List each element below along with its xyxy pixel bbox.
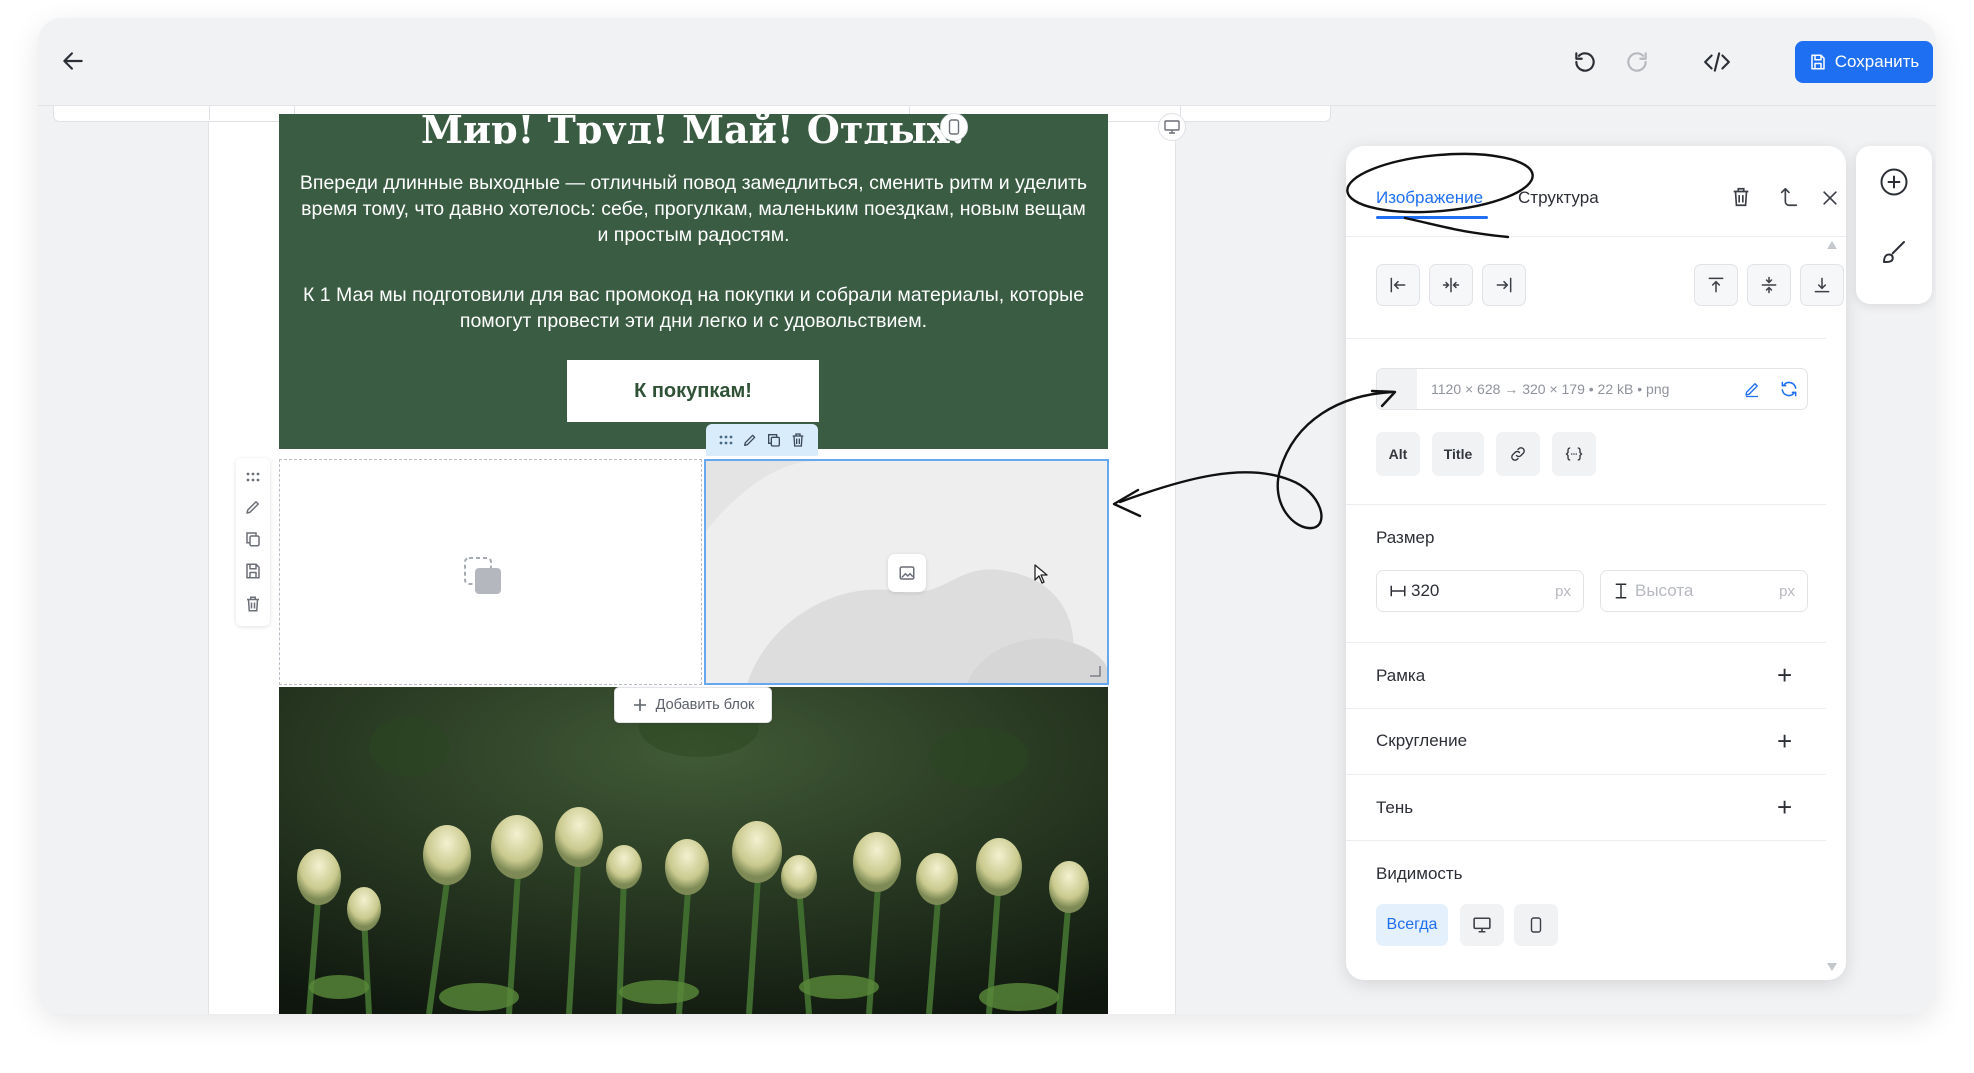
- add-border-button[interactable]: +: [1777, 662, 1792, 688]
- add-block-label: Добавить блок: [655, 697, 755, 713]
- align-left-button[interactable]: [1376, 264, 1420, 306]
- tab-structure[interactable]: Структура: [1518, 188, 1599, 208]
- scroll-down-arrow-icon[interactable]: [1826, 962, 1838, 972]
- arrow-left-icon: [63, 52, 83, 70]
- editor-window: Сохранить Мир! Труд! Май! Отдых! Впереди…: [38, 18, 1936, 1014]
- desktop-icon: [1473, 917, 1491, 933]
- redo-button[interactable]: [1615, 40, 1659, 84]
- image-settings-panel: Изображение Структура 1120 × 628 → 320 ×…: [1346, 146, 1846, 980]
- copy-icon[interactable]: [766, 432, 782, 448]
- copy-icon[interactable]: [244, 530, 262, 548]
- align-left-icon: [1390, 277, 1406, 293]
- drag-handle-icon[interactable]: [245, 471, 261, 483]
- save-button[interactable]: Сохранить: [1795, 41, 1933, 83]
- mobile-preview-icon[interactable]: [940, 113, 968, 141]
- code-icon: [1704, 52, 1730, 72]
- title-button[interactable]: Title: [1432, 432, 1484, 476]
- trash-icon[interactable]: [790, 432, 806, 448]
- height-unit: px: [1779, 582, 1795, 600]
- top-bar: Сохранить: [38, 18, 1936, 106]
- empty-block-icon: [463, 556, 503, 596]
- visibility-always-button[interactable]: Всегда: [1376, 904, 1448, 946]
- undo-button[interactable]: [1563, 40, 1607, 84]
- row-side-toolbar: [236, 458, 270, 626]
- valign-middle-button[interactable]: [1747, 264, 1791, 306]
- replace-image-icon[interactable]: [1779, 379, 1799, 399]
- size-label: Размер: [1376, 528, 1435, 547]
- floppy-icon: [1811, 54, 1825, 70]
- scroll-up-arrow-icon[interactable]: [1826, 240, 1838, 250]
- add-circle-icon[interactable]: [1879, 167, 1909, 197]
- undo-icon: [1575, 52, 1595, 72]
- height-placeholder: Высота: [1635, 581, 1694, 600]
- add-radius-button[interactable]: +: [1777, 728, 1792, 754]
- brush-icon[interactable]: [1879, 237, 1909, 267]
- back-button[interactable]: [50, 38, 96, 84]
- empty-column-left[interactable]: [279, 459, 702, 685]
- link-button[interactable]: [1496, 432, 1540, 476]
- align-top-icon: [1708, 277, 1724, 293]
- resize-handle-icon[interactable]: [1089, 665, 1101, 677]
- align-center-icon: [1442, 277, 1460, 293]
- section-border[interactable]: Рамка: [1376, 666, 1425, 686]
- height-icon: [1615, 583, 1627, 599]
- pencil-icon[interactable]: [742, 432, 758, 448]
- align-right-icon: [1496, 277, 1512, 293]
- email-paragraph-1: Впереди длинные выходные — отличный пово…: [299, 172, 1088, 246]
- redo-icon: [1627, 52, 1647, 72]
- valign-top-button[interactable]: [1694, 264, 1738, 306]
- visibility-mobile-button[interactable]: [1514, 904, 1558, 946]
- block-toolbar: [706, 424, 818, 456]
- email-paragraph-2: К 1 Мая мы подготовили для вас промокод …: [302, 284, 1085, 332]
- add-shadow-button[interactable]: +: [1777, 794, 1792, 820]
- image-thumbnail: [1377, 369, 1417, 409]
- desktop-preview-icon[interactable]: [1158, 113, 1186, 141]
- image-column-selected[interactable]: [704, 459, 1109, 685]
- tulips-photo[interactable]: [279, 687, 1108, 1014]
- width-unit: px: [1555, 582, 1571, 600]
- braces-icon: [1565, 447, 1583, 461]
- save-button-label: Сохранить: [1834, 52, 1920, 71]
- mouse-cursor-icon: [1034, 564, 1048, 584]
- align-right-button[interactable]: [1482, 264, 1526, 306]
- visibility-desktop-button[interactable]: [1460, 904, 1504, 946]
- edit-image-icon[interactable]: [1743, 380, 1761, 398]
- insert-image-button[interactable]: [888, 554, 926, 592]
- save-template-icon[interactable]: [244, 562, 262, 580]
- plus-icon: [633, 699, 646, 711]
- visibility-label: Видимость: [1376, 864, 1463, 883]
- align-center-button[interactable]: [1429, 264, 1473, 306]
- width-icon: [1390, 585, 1406, 597]
- alt-button[interactable]: Alt: [1376, 432, 1420, 476]
- variable-button[interactable]: [1552, 432, 1596, 476]
- cta-button[interactable]: К покупкам!: [567, 360, 819, 422]
- section-radius[interactable]: Скругление: [1376, 731, 1467, 751]
- tab-image[interactable]: Изображение: [1376, 188, 1483, 208]
- email-hero-block[interactable]: Мир! Труд! Май! Отдых! Впереди длинные в…: [279, 114, 1108, 449]
- valign-bottom-button[interactable]: [1800, 264, 1844, 306]
- image-info-text: 1120 × 628 → 320 × 179 • 22 kB • png: [1431, 381, 1670, 397]
- width-input[interactable]: 320 px: [1376, 570, 1584, 612]
- right-tool-rail: [1856, 146, 1932, 304]
- code-view-button[interactable]: [1695, 40, 1739, 84]
- link-icon: [1511, 447, 1525, 461]
- width-value: 320: [1411, 581, 1440, 600]
- close-icon[interactable]: [1820, 188, 1840, 208]
- trash-icon[interactable]: [1730, 186, 1752, 208]
- active-tab-indicator: [1376, 216, 1488, 219]
- image-icon: [899, 566, 915, 580]
- drag-handle-icon[interactable]: [718, 434, 734, 446]
- pencil-icon[interactable]: [244, 498, 262, 516]
- select-parent-icon[interactable]: [1778, 186, 1800, 208]
- section-shadow[interactable]: Тень: [1376, 798, 1413, 818]
- height-input[interactable]: Высота px: [1600, 570, 1808, 612]
- align-bottom-icon: [1814, 277, 1830, 293]
- add-block-button[interactable]: Добавить блок: [614, 687, 772, 723]
- trash-icon[interactable]: [244, 595, 262, 613]
- email-title: Мир! Труд! Май! Отдых!: [420, 114, 967, 144]
- image-info-field[interactable]: 1120 × 628 → 320 × 179 • 22 kB • png: [1376, 368, 1808, 410]
- align-middle-icon: [1761, 276, 1777, 294]
- mobile-icon: [1530, 917, 1542, 933]
